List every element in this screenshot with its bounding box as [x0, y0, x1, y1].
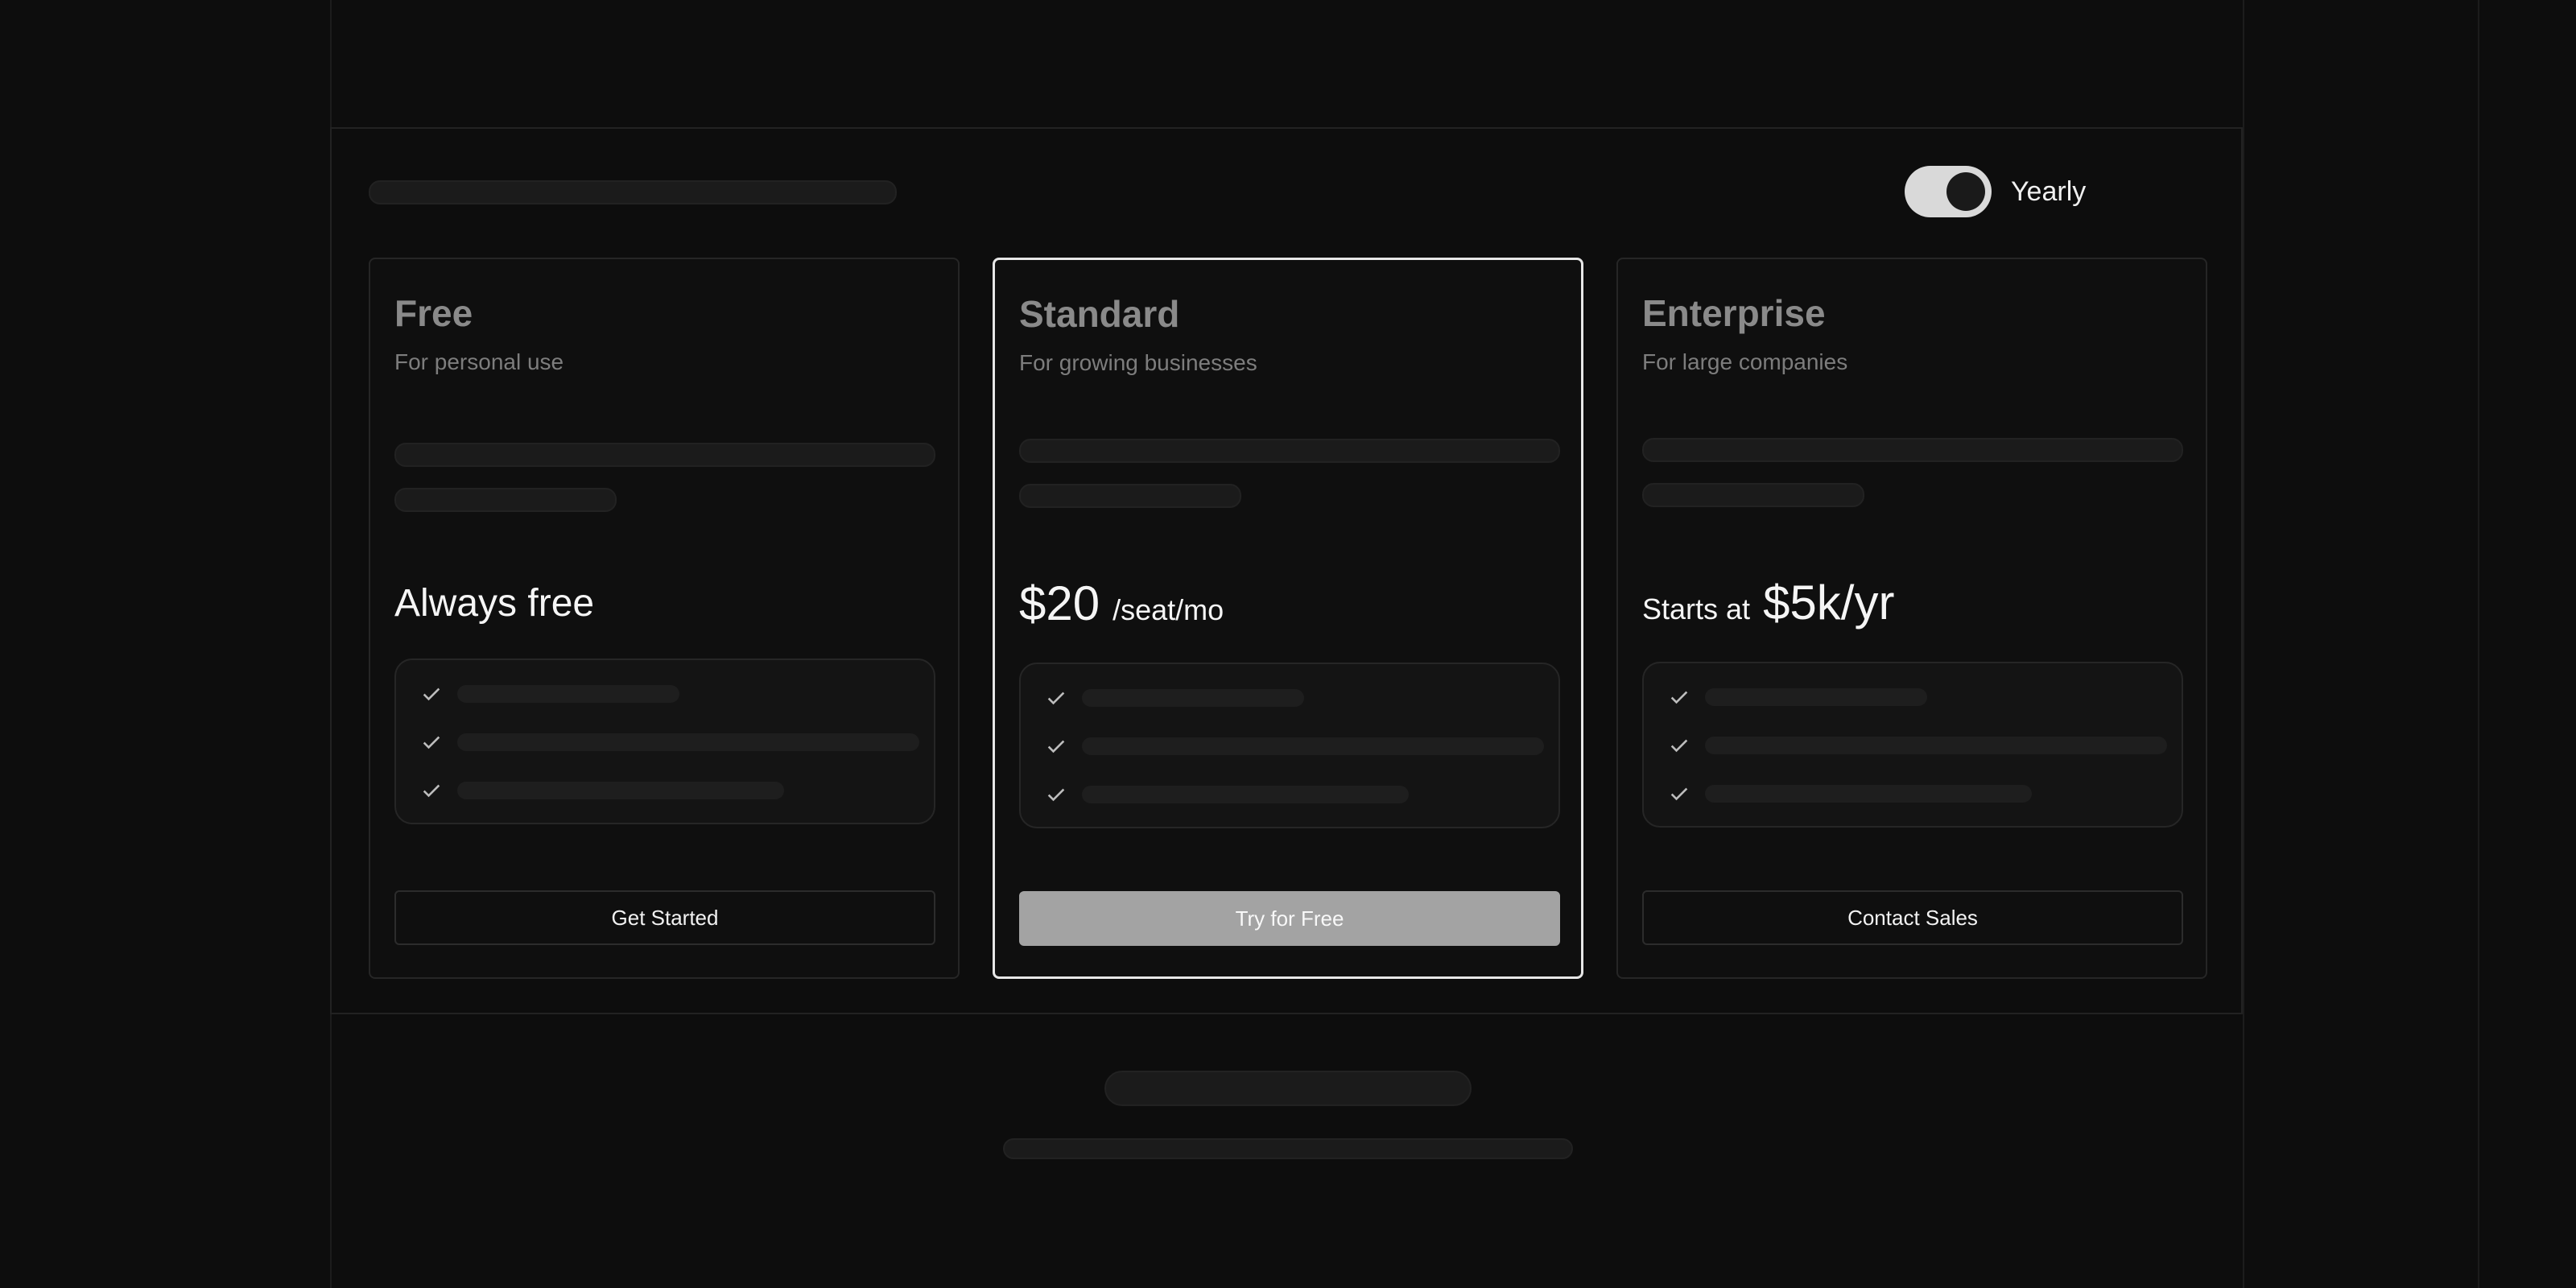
list-item [420, 779, 784, 802]
billing-toggle-label: Yearly [2011, 175, 2087, 207]
list-item [1668, 782, 2032, 805]
price-text: Always free [394, 582, 595, 625]
check-icon [423, 784, 440, 798]
list-item [1668, 734, 2167, 757]
page-guide-far-right [2478, 0, 2479, 1288]
feature-placeholder [1705, 737, 2167, 754]
description-placeholder [394, 488, 617, 512]
plan-card-standard: Standard For growing businesses $20 /sea… [993, 258, 1583, 979]
billing-toggle[interactable] [1905, 166, 1992, 217]
check-icon [1670, 787, 1688, 801]
feature-placeholder [457, 782, 784, 799]
check-icon [1047, 691, 1065, 705]
plan-price: $20 /seat/mo [1019, 576, 1224, 631]
heading-placeholder [369, 180, 897, 204]
price-amount: $20 [1019, 576, 1100, 630]
plan-tagline: For large companies [1642, 349, 1848, 374]
plan-card-enterprise: Enterprise For large companies Starts at… [1616, 258, 2207, 979]
plan-name: Standard [1019, 293, 1180, 335]
plan-price: Starts at $5k/yr [1642, 575, 1894, 630]
feature-placeholder [1082, 786, 1409, 803]
feature-placeholder [1082, 737, 1544, 755]
footer-text-placeholder [1003, 1138, 1573, 1159]
description-placeholder [1642, 438, 2183, 462]
plan-tagline: For personal use [394, 349, 564, 374]
check-icon [423, 687, 440, 701]
plan-name: Enterprise [1642, 292, 1826, 334]
plan-card-free: Free For personal use Always free Get St… [369, 258, 960, 979]
list-item [420, 683, 679, 705]
description-placeholder [1019, 439, 1560, 463]
check-icon [423, 736, 440, 749]
list-item [1045, 783, 1409, 806]
feature-placeholder [1705, 688, 1927, 706]
feature-placeholder [1082, 689, 1304, 707]
page-guide-right [2243, 0, 2244, 1288]
description-placeholder [1642, 483, 1864, 507]
feature-list [394, 658, 935, 824]
try-for-free-button[interactable]: Try for Free [1019, 891, 1560, 946]
feature-placeholder [457, 685, 679, 703]
feature-placeholder [1705, 785, 2032, 803]
get-started-button[interactable]: Get Started [394, 890, 935, 945]
price-amount: $5k/yr [1763, 576, 1895, 630]
description-placeholder [1019, 484, 1241, 508]
list-item [1045, 735, 1544, 758]
plan-price: Always free [394, 581, 594, 625]
price-suffix: /seat/mo [1113, 593, 1224, 626]
feature-placeholder [457, 733, 919, 751]
price-prefix: Starts at [1642, 592, 1751, 625]
list-item [1045, 687, 1304, 709]
check-icon [1670, 739, 1688, 753]
toggle-knob [1946, 172, 1985, 211]
check-icon [1047, 740, 1065, 753]
contact-sales-button[interactable]: Contact Sales [1642, 890, 2183, 945]
check-icon [1047, 788, 1065, 802]
check-icon [1670, 691, 1688, 704]
plan-tagline: For growing businesses [1019, 350, 1257, 375]
footer-pill-placeholder [1104, 1071, 1472, 1106]
description-placeholder [394, 443, 935, 467]
billing-toggle-group: Yearly [1905, 166, 2086, 217]
list-item [420, 731, 919, 753]
feature-list [1019, 663, 1560, 828]
list-item [1668, 686, 1927, 708]
feature-list [1642, 662, 2183, 828]
plan-name: Free [394, 292, 473, 334]
